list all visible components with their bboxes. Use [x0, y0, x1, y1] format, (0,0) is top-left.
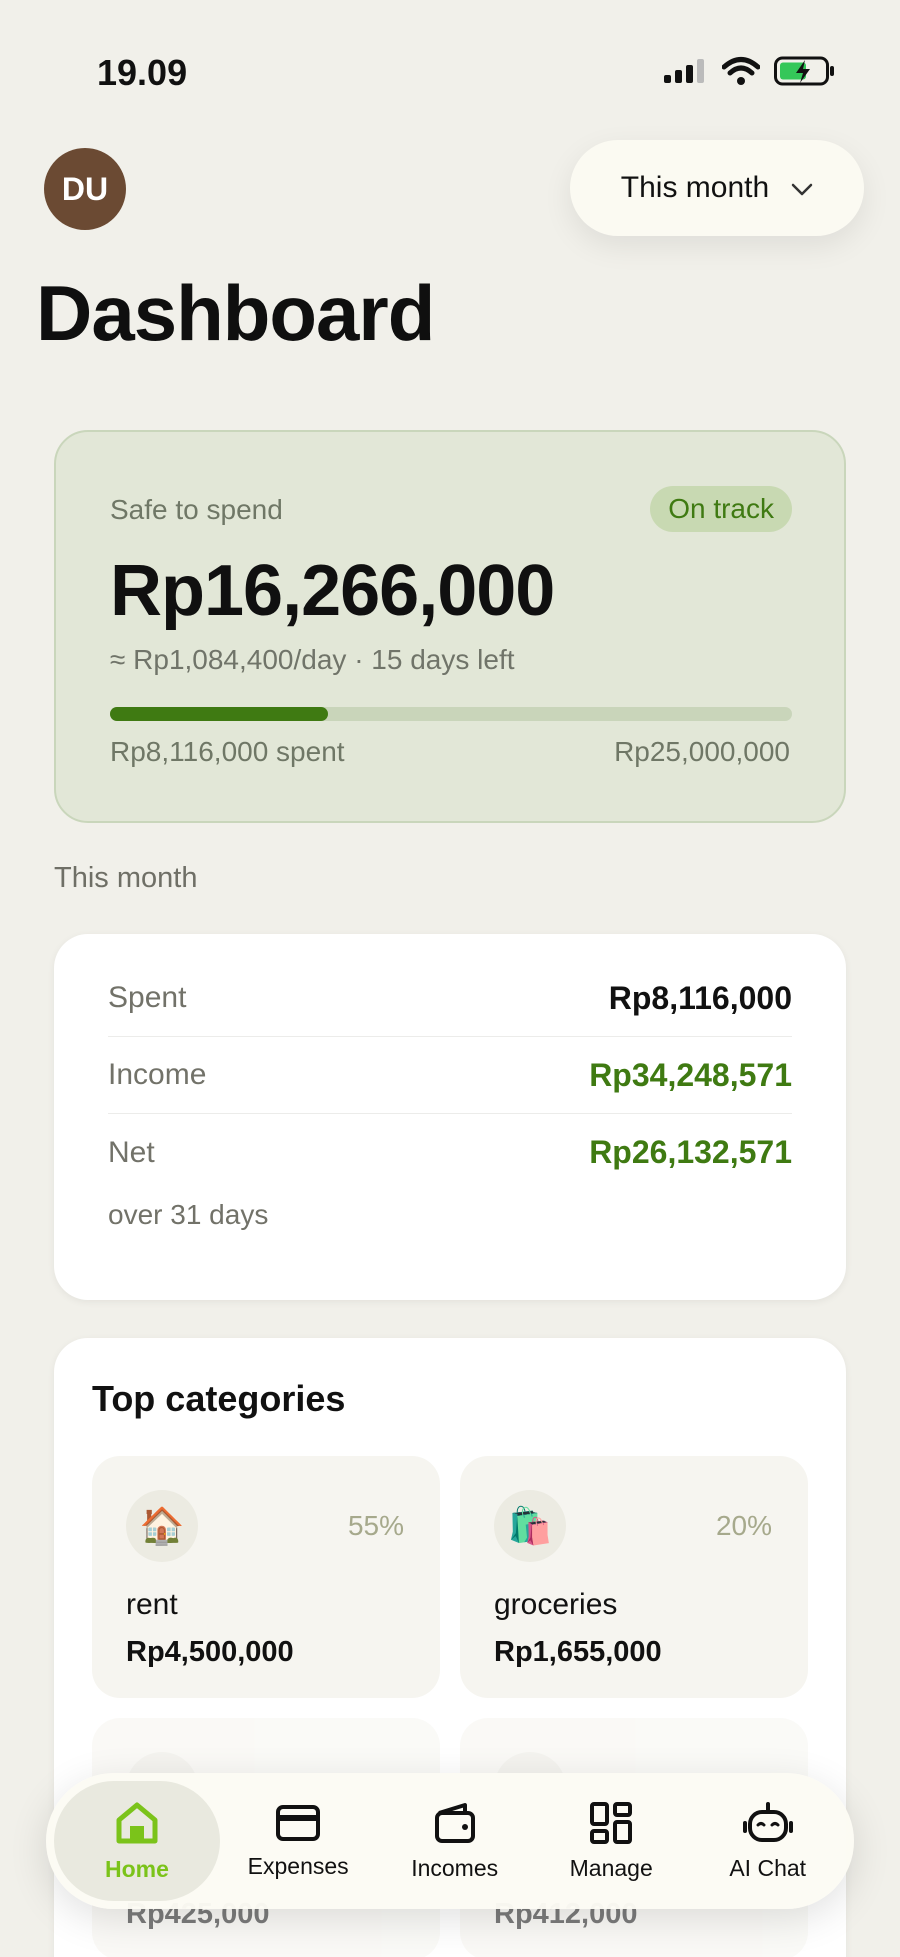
status-time: 19.09	[97, 52, 188, 93]
summary-section-label: This month	[54, 862, 198, 894]
top-categories-title: Top categories	[92, 1378, 346, 1419]
safe-to-spend-amount: Rp16,266,000	[110, 551, 555, 631]
chevron-down-icon	[791, 171, 813, 205]
summary-key: Spent	[108, 981, 187, 1014]
nav-item-incomes[interactable]: Incomes	[376, 1781, 533, 1901]
signal-icon	[664, 57, 708, 90]
summary-value: Rp8,116,000	[608, 979, 792, 1016]
nav-label: Home	[105, 1855, 169, 1882]
summary-key: Net	[108, 1135, 155, 1169]
category-amount: Rp1,655,000	[494, 1636, 662, 1668]
category-tile-rent[interactable]: 🏠 55% rent Rp4,500,000	[92, 1456, 440, 1698]
summary-value: Rp34,248,571	[589, 1056, 792, 1093]
category-amount: Rp4,500,000	[126, 1636, 294, 1668]
summary-row-net: Net Rp26,132,571	[108, 1114, 792, 1191]
summary-row-spent: Spent Rp8,116,000	[108, 960, 792, 1037]
nav-item-home[interactable]: Home	[54, 1781, 220, 1901]
robot-icon	[742, 1801, 793, 1845]
wallet-icon	[433, 1801, 477, 1845]
safe-to-spend-label: Safe to spend	[110, 494, 283, 525]
category-percent: 20%	[715, 1510, 772, 1541]
category-tile-groceries[interactable]: 🛍️ 20% groceries Rp1,655,000	[460, 1456, 808, 1698]
home-icon	[114, 1800, 160, 1846]
period-selector-label: This month	[620, 171, 770, 204]
nav-label: Manage	[569, 1854, 653, 1881]
safe-to-spend-card: Safe to spend On track Rp16,266,000 ≈ Rp…	[54, 430, 846, 823]
grid-icon	[589, 1801, 633, 1845]
spent-label: Rp8,116,000 spent	[110, 736, 345, 767]
budget-total-label: Rp25,000,000	[614, 736, 790, 767]
summary-key: Income	[108, 1058, 207, 1091]
nav-label: Incomes	[411, 1854, 499, 1881]
category-name: rent	[126, 1588, 178, 1621]
nav-item-manage[interactable]: Manage	[533, 1781, 690, 1901]
house-icon: 🏠	[126, 1490, 198, 1562]
budget-progress-fill	[110, 707, 329, 721]
category-percent: 55%	[347, 1510, 404, 1541]
status-icons	[664, 56, 836, 91]
summary-value: Rp26,132,571	[589, 1134, 792, 1170]
wifi-icon	[721, 56, 761, 91]
nav-label: AI Chat	[729, 1854, 807, 1881]
shopping-bags-icon: 🛍️	[494, 1490, 566, 1562]
category-name: groceries	[494, 1588, 618, 1621]
bottom-nav: Home Expenses Incomes Manage AI Chat	[46, 1773, 854, 1909]
nav-label: Expenses	[247, 1852, 349, 1879]
status-badge: On track	[650, 486, 792, 532]
budget-progress-bar	[110, 707, 792, 721]
summary-row-income: Income Rp34,248,571	[108, 1037, 792, 1114]
per-day-allowance: ≈ Rp1,084,400/day · 15 days left	[110, 644, 515, 675]
nav-item-expenses[interactable]: Expenses	[220, 1781, 377, 1901]
nav-item-ai-chat[interactable]: AI Chat	[689, 1781, 846, 1901]
monthly-summary-card: Spent Rp8,116,000 Income Rp34,248,571 Ne…	[54, 934, 846, 1300]
avatar[interactable]: DU	[44, 148, 126, 230]
credit-card-icon	[275, 1803, 321, 1843]
battery-icon	[774, 56, 836, 91]
period-selector-button[interactable]: This month	[570, 140, 864, 236]
page-title: Dashboard	[36, 269, 435, 357]
summary-note: over 31 days	[108, 1199, 269, 1230]
